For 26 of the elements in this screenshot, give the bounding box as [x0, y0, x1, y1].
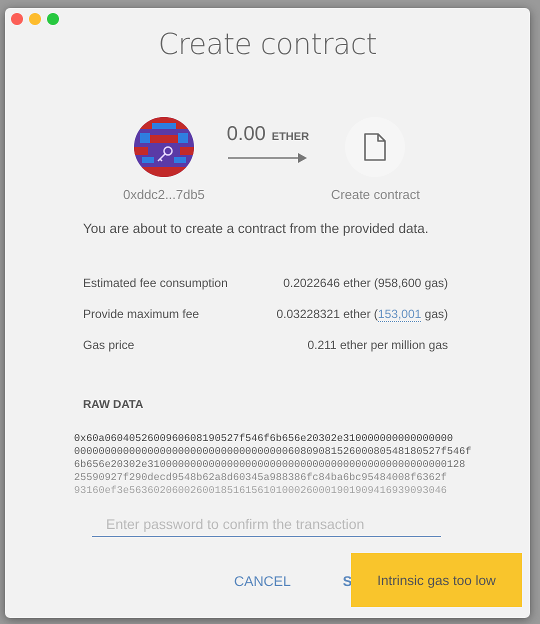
window-title: Create contract: [157, 27, 378, 61]
description-text: You are about to create a contract from the provided data.: [83, 221, 430, 236]
account-address: 0xddc2...7db5: [123, 187, 205, 202]
fee-label: Provide maximum fee: [83, 307, 200, 321]
fee-value: 0.03228321 ether (153,001 gas): [276, 307, 448, 321]
recipient-label: Create contract: [331, 187, 420, 202]
minimize-button[interactable]: [29, 13, 41, 25]
raw-data-line: 0x60a0604052600960608190527f546f6b656e20302e310000000000000000: [74, 433, 454, 446]
error-toast: Intrinsic gas too low: [351, 553, 522, 607]
fee-label: Estimated fee consumption: [83, 276, 228, 290]
fee-label: Gas price: [83, 338, 134, 352]
raw-data-line: 93160ef3e5636020600260018516156101000260001901909416939093046: [74, 485, 448, 498]
fee-value: 0.211 ether per million gas: [307, 338, 448, 352]
cancel-button[interactable]: CANCEL: [226, 569, 299, 593]
close-button[interactable]: [11, 13, 23, 25]
section-heading: RAW DATA: [83, 399, 144, 411]
zoom-button[interactable]: [47, 13, 59, 25]
document-icon: [364, 133, 386, 161]
arrow-icon: [228, 152, 308, 164]
gas-link[interactable]: 153,001: [378, 307, 422, 322]
amount-unit: ETHER: [272, 131, 310, 143]
amount-value: 0.00: [226, 123, 266, 146]
fee-value: 0.2022646 ether (958,600 gas): [283, 276, 448, 290]
raw-data-line: 25590927f290decd9548b62a8d60345a988386fc84ba6bc95484008f6362f: [74, 472, 448, 485]
raw-data-line: 6b656e20302e3100000000000000000000000000000000000000000000000128: [74, 459, 466, 472]
raw-data-line: 000000000000000000000000000000000006080908152600080548180527f546f: [74, 446, 472, 459]
